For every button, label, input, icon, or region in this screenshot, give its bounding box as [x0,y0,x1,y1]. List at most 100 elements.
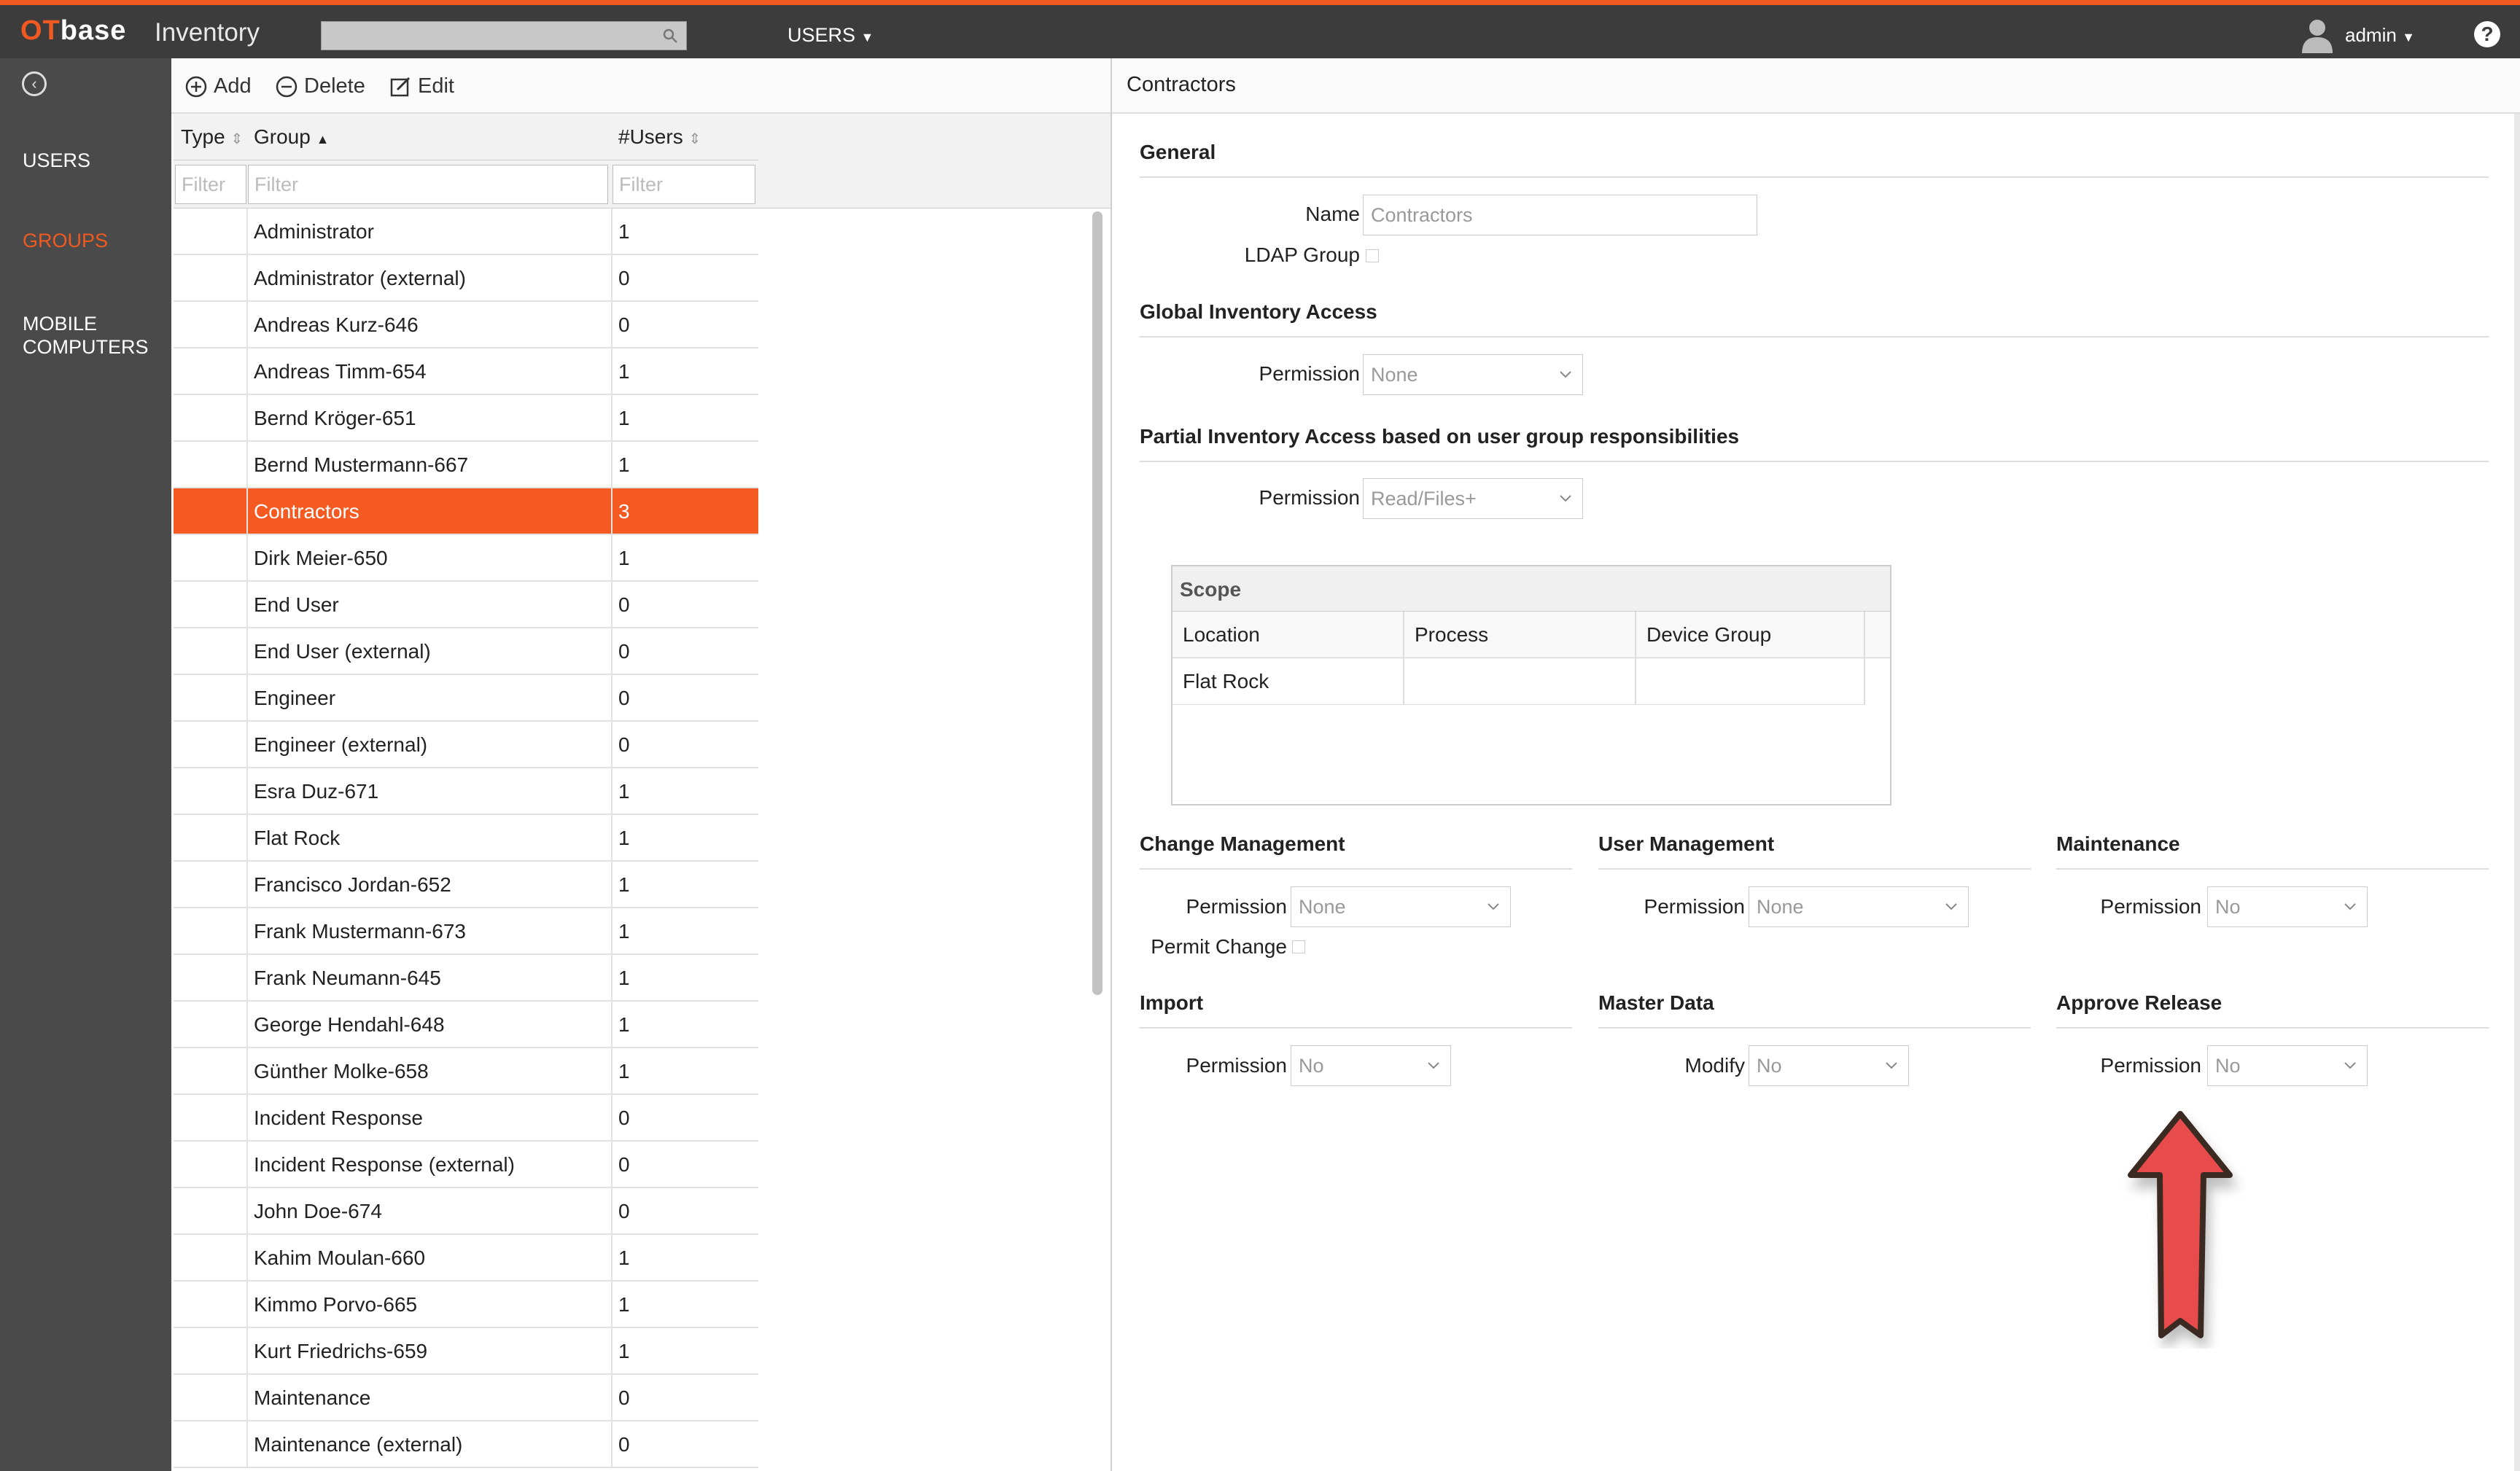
users-count-cell: 0 [618,1386,630,1409]
change-permission-select[interactable]: None [1291,886,1511,927]
table-row[interactable]: Kurt Friedrichs-659 1 [174,1328,758,1375]
sidebar-item-users[interactable]: USERS [23,149,90,172]
detail-scrollbar[interactable] [2514,114,2520,1471]
scope-column-process[interactable]: Process [1415,623,1488,647]
sort-icon: ⇕ [230,131,244,147]
section-divider [1140,1027,1572,1029]
panel-divider[interactable] [1111,58,1112,1471]
name-label: Name [1305,203,1360,225]
users-count-cell: 1 [618,1246,630,1269]
table-row[interactable]: Incident Response 0 [174,1095,758,1142]
scope-row[interactable]: Flat Rock [1172,658,1864,705]
table-row[interactable]: Contractors 3 [174,488,758,535]
column-divider [611,208,612,1468]
list-scrollbar[interactable] [1092,211,1102,995]
edit-button[interactable]: Edit [389,74,454,98]
table-row[interactable]: Engineer 0 [174,675,758,722]
table-row[interactable]: Maintenance (external) 0 [174,1421,758,1468]
table-row[interactable]: Andreas Timm-654 1 [174,348,758,395]
partial-permission-select[interactable]: Read/Files+ [1363,478,1583,519]
group-filter-input[interactable]: Filter [248,165,608,204]
users-count-cell: 1 [618,547,630,569]
users-count-cell: 0 [618,733,630,756]
table-row[interactable]: Dirk Meier-650 1 [174,535,758,582]
sort-icon: ⇕ [688,131,701,147]
table-row[interactable]: End User 0 [174,582,758,628]
group-cell: Engineer [254,687,336,709]
table-row[interactable]: Frank Neumann-645 1 [174,955,758,1002]
help-icon[interactable]: ? [2474,21,2500,47]
section-change-management-title: Change Management [1140,832,1345,855]
scope-header: Scope [1172,566,1890,612]
table-row[interactable]: Incident Response (external) 0 [174,1142,758,1188]
table-row[interactable]: Kimmo Porvo-665 1 [174,1281,758,1328]
table-header: Type ⇕ Group ▲ #Users ⇕ [174,114,758,160]
table-row[interactable]: Esra Duz-671 1 [174,768,758,815]
table-row[interactable]: Andreas Kurz-646 0 [174,302,758,348]
column-header-type[interactable]: Type ⇕ [181,125,243,149]
table-row[interactable]: Francisco Jordan-652 1 [174,862,758,908]
type-filter-input[interactable]: Filter [175,165,246,204]
maintenance-permission-select[interactable]: No [2207,886,2368,927]
group-cell: Andreas Timm-654 [254,360,427,383]
table-row[interactable]: John Doe-674 0 [174,1188,758,1235]
plus-circle-icon [185,76,207,97]
user-mgmt-permission-select[interactable]: None [1749,886,1969,927]
master-data-modify-select[interactable]: No [1749,1045,1909,1086]
collapse-sidebar-icon[interactable]: ‹ [22,71,47,96]
edit-icon [390,77,411,96]
table-row[interactable]: George Hendahl-648 1 [174,1002,758,1048]
search-input[interactable] [321,21,687,50]
name-input[interactable]: Contractors [1363,195,1757,235]
users-filter-input[interactable]: Filter [612,165,755,204]
section-approve-release-title: Approve Release [2056,991,2222,1014]
approve-release-permission-select[interactable]: No [2207,1045,2368,1086]
global-permission-select[interactable]: None [1363,354,1583,395]
add-button[interactable]: Add [184,74,252,98]
user-avatar-icon[interactable] [2301,17,2334,53]
users-count-cell: 1 [618,1013,630,1036]
section-partial-access-title: Partial Inventory Access based on user g… [1140,425,1740,448]
chevron-down-icon [1945,903,1957,910]
users-count-cell: 1 [618,360,630,383]
app-logo[interactable]: OTbase [20,15,126,47]
scope-column-location[interactable]: Location [1183,623,1260,647]
group-cell: Günther Molke-658 [254,1060,429,1082]
table-row[interactable]: Administrator (external) 0 [174,255,758,302]
table-row[interactable]: Flat Rock 1 [174,815,758,862]
section-divider [1140,868,1572,870]
scope-column-device-group[interactable]: Device Group [1646,623,1771,647]
approve-release-permission-label: Permission [2100,1054,2201,1077]
table-row[interactable]: Bernd Kröger-651 1 [174,395,758,442]
table-row[interactable]: Kahim Moulan-660 1 [174,1235,758,1281]
delete-button[interactable]: Delete [275,74,365,98]
users-count-cell: 0 [618,593,630,616]
table-row[interactable]: Günther Molke-658 1 [174,1048,758,1095]
ldap-group-checkbox[interactable] [1366,249,1379,262]
column-header-users[interactable]: #Users ⇕ [618,125,701,149]
column-header-group[interactable]: Group ▲ [254,125,329,149]
users-menu[interactable]: USERS ▼ [788,24,874,47]
section-general-title: General [1140,141,1216,163]
table-row[interactable]: End User (external) 0 [174,628,758,675]
partial-permission-label: Permission [1259,486,1360,509]
search-icon[interactable] [661,27,679,44]
users-count-cell: 1 [618,967,630,989]
sidebar-item-mobile-computers[interactable]: MOBILE COMPUTERS [23,312,161,359]
user-menu[interactable]: admin ▼ [2345,24,2415,47]
users-count-cell: 1 [618,873,630,896]
group-cell: Maintenance (external) [254,1433,463,1456]
table-row[interactable]: Bernd Mustermann-667 1 [174,442,758,488]
table-row[interactable]: Administrator 1 [174,208,758,255]
annotation-arrow-icon [2128,1111,2233,1338]
import-permission-select[interactable]: No [1291,1045,1451,1086]
table-row[interactable]: Engineer (external) 0 [174,722,758,768]
table-row[interactable]: Maintenance 0 [174,1375,758,1421]
section-user-management-title: User Management [1598,832,1775,855]
scope-title: Scope [1180,578,1242,601]
sidebar-item-groups[interactable]: GROUPS [23,229,108,252]
permit-change-checkbox[interactable] [1292,940,1305,953]
table-row[interactable]: Frank Mustermann-673 1 [174,908,758,955]
section-divider [1140,176,2489,178]
group-cell: Contractors [254,500,359,523]
